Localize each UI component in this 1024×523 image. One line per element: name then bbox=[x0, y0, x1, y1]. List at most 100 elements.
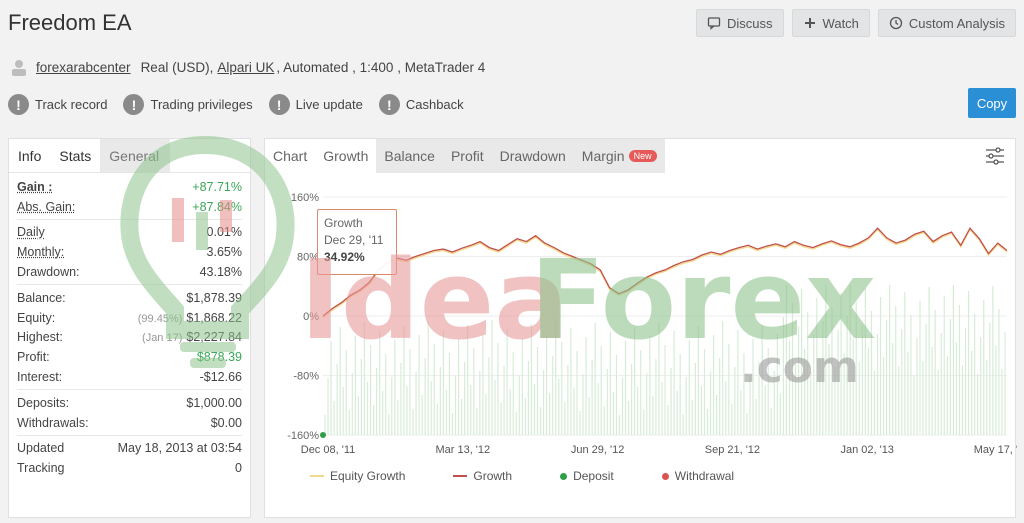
custom-analysis-button[interactable]: Custom Analysis bbox=[877, 9, 1016, 37]
tooltip-title: Growth bbox=[324, 216, 363, 230]
user-link[interactable]: forexarabcenter bbox=[36, 60, 131, 75]
legend-label: Equity Growth bbox=[330, 469, 406, 483]
plus-icon bbox=[804, 18, 815, 28]
copy-button[interactable]: Copy bbox=[968, 88, 1016, 118]
stat-label[interactable]: Daily bbox=[17, 225, 45, 239]
tooltip-value: 34.92% bbox=[324, 250, 365, 264]
broker-link[interactable]: Alpari UK bbox=[217, 60, 274, 75]
stat-updated: Updated May 18, 2013 at 03:54 bbox=[17, 439, 242, 459]
stat-value: -$12.66 bbox=[199, 370, 242, 385]
legend-deposit[interactable]: Deposit bbox=[560, 469, 614, 483]
discuss-label: Discuss bbox=[727, 15, 773, 31]
stat-label: Deposits: bbox=[17, 395, 70, 410]
tab-stats[interactable]: Stats bbox=[50, 139, 101, 172]
custom-analysis-label: Custom Analysis bbox=[908, 15, 1005, 31]
watch-label: Watch bbox=[822, 15, 859, 31]
stat-label: Profit: bbox=[17, 350, 50, 365]
stat-label: Tracking bbox=[17, 461, 65, 476]
stat-withdrawals: Withdrawals: $0.00 bbox=[17, 413, 242, 433]
x-tick-label: Dec 08, '11 bbox=[301, 444, 355, 456]
y-tick-label: -80% bbox=[293, 371, 319, 383]
clock-icon bbox=[889, 16, 903, 30]
legend-swatch bbox=[310, 475, 324, 477]
badge-live-update[interactable]: ! Live update bbox=[268, 94, 363, 115]
legend-growth[interactable]: Growth bbox=[453, 469, 512, 483]
stat-value: $878.39 bbox=[196, 350, 242, 365]
discuss-button[interactable]: Discuss bbox=[696, 9, 784, 37]
stat-value: $2,227.84 bbox=[186, 330, 242, 345]
legend-label: Withdrawal bbox=[674, 469, 735, 483]
y-tick-label: 160% bbox=[291, 192, 319, 204]
divider bbox=[17, 388, 242, 390]
chart-legend: Equity Growth Growth Deposit Withdrawal bbox=[310, 469, 734, 483]
stat-value: $0.00 bbox=[210, 415, 242, 430]
stat-label: Balance: bbox=[17, 290, 66, 305]
badge-label: Cashback bbox=[405, 97, 464, 112]
divider bbox=[17, 283, 242, 285]
x-tick-label: Jan 02, '13 bbox=[840, 444, 893, 456]
stat-label: Withdrawals: bbox=[17, 415, 89, 430]
tab-info[interactable]: Info bbox=[9, 139, 51, 172]
stat-monthly: Monthly: 3.65% bbox=[17, 242, 242, 262]
stat-daily: Daily 0.01% bbox=[17, 223, 242, 243]
equity-percent: (99.45%) bbox=[137, 312, 183, 325]
x-tick-label: May 17, '13 bbox=[974, 444, 1017, 456]
growth-chart: 160% 80% 0% -80% -160% Dec 08, '11 Mar 13, '12… bbox=[287, 192, 1017, 456]
stat-gain: Gain : +87.71% bbox=[17, 177, 242, 197]
account-details: , Automated , 1:400 , MetaTrader 4 bbox=[276, 59, 486, 75]
divider bbox=[17, 434, 242, 436]
chat-icon bbox=[707, 17, 721, 30]
deposit-marker bbox=[320, 432, 326, 438]
badge-trading-privileges[interactable]: ! Trading privileges bbox=[123, 94, 253, 115]
alert-icon: ! bbox=[123, 94, 145, 115]
chart-tooltip: Growth Dec 29, '11 34.92% bbox=[317, 209, 397, 275]
stat-label[interactable]: Gain : bbox=[17, 180, 52, 194]
stat-interest: Interest: -$12.66 bbox=[17, 367, 242, 387]
stats-list: Gain : +87.71% Abs. Gain: +87.84% Daily 0.0… bbox=[9, 173, 250, 478]
alert-icon: ! bbox=[8, 94, 29, 115]
watch-button[interactable]: Watch bbox=[791, 9, 870, 37]
stat-value: 0.01% bbox=[206, 225, 242, 240]
stat-value: +87.71% bbox=[192, 179, 242, 194]
legend-label: Deposit bbox=[573, 469, 614, 483]
badge-cashback[interactable]: ! Cashback bbox=[378, 94, 464, 115]
legend-swatch bbox=[453, 475, 468, 477]
stat-deposits: Deposits: $1,000.00 bbox=[17, 393, 242, 413]
stat-equity: Equity: (99.45%) $1,868.22 bbox=[17, 308, 242, 328]
stats-panel: Info Stats General Gain : +87.71% Abs. Ga… bbox=[8, 138, 251, 518]
badge-track-record[interactable]: ! Track record bbox=[8, 94, 107, 115]
highest-date: (Jan 17) bbox=[142, 332, 183, 345]
stat-value: 43.18% bbox=[199, 265, 242, 280]
x-tick-label: Mar 13, '12 bbox=[435, 444, 490, 456]
legend-label: Growth bbox=[473, 469, 513, 483]
stat-tracking: Tracking 0 bbox=[17, 458, 242, 478]
stat-profit: Profit: $878.39 bbox=[17, 347, 242, 367]
alert-icon: ! bbox=[268, 94, 290, 115]
tab-general[interactable]: General bbox=[100, 139, 171, 172]
legend-equity-growth[interactable]: Equity Growth bbox=[310, 469, 405, 483]
tooltip-date: Dec 29, '11 bbox=[324, 233, 384, 247]
legend-swatch bbox=[661, 472, 669, 480]
y-tick-label: 0% bbox=[303, 311, 319, 323]
stat-label: Updated bbox=[17, 441, 65, 456]
stat-label[interactable]: Monthly: bbox=[17, 245, 64, 259]
stat-value: $1,868.22 bbox=[186, 310, 242, 325]
stat-balance: Balance: $1,878.39 bbox=[17, 288, 242, 308]
badge-label: Track record bbox=[35, 97, 108, 112]
stat-drawdown: Drawdown: 43.18% bbox=[17, 262, 242, 282]
stat-label[interactable]: Abs. Gain: bbox=[17, 200, 75, 214]
legend-swatch bbox=[560, 472, 568, 480]
stat-label: Drawdown: bbox=[17, 265, 80, 280]
stat-value: $1,878.39 bbox=[186, 290, 242, 305]
stat-highest: Highest: (Jan 17) $2,227.84 bbox=[17, 328, 242, 348]
stat-label: Highest: bbox=[17, 330, 63, 345]
stat-label: Equity: bbox=[17, 310, 56, 325]
stat-value: 0 bbox=[235, 461, 242, 476]
y-tick-label: 80% bbox=[297, 252, 319, 264]
left-tabs: Info Stats General bbox=[9, 139, 250, 173]
legend-withdrawal[interactable]: Withdrawal bbox=[661, 469, 735, 483]
x-tick-label: Sep 21, '12 bbox=[705, 444, 760, 456]
y-tick-label: -160% bbox=[287, 430, 319, 442]
stat-label: Interest: bbox=[17, 370, 63, 385]
stat-value: May 18, 2013 at 03:54 bbox=[117, 441, 242, 456]
